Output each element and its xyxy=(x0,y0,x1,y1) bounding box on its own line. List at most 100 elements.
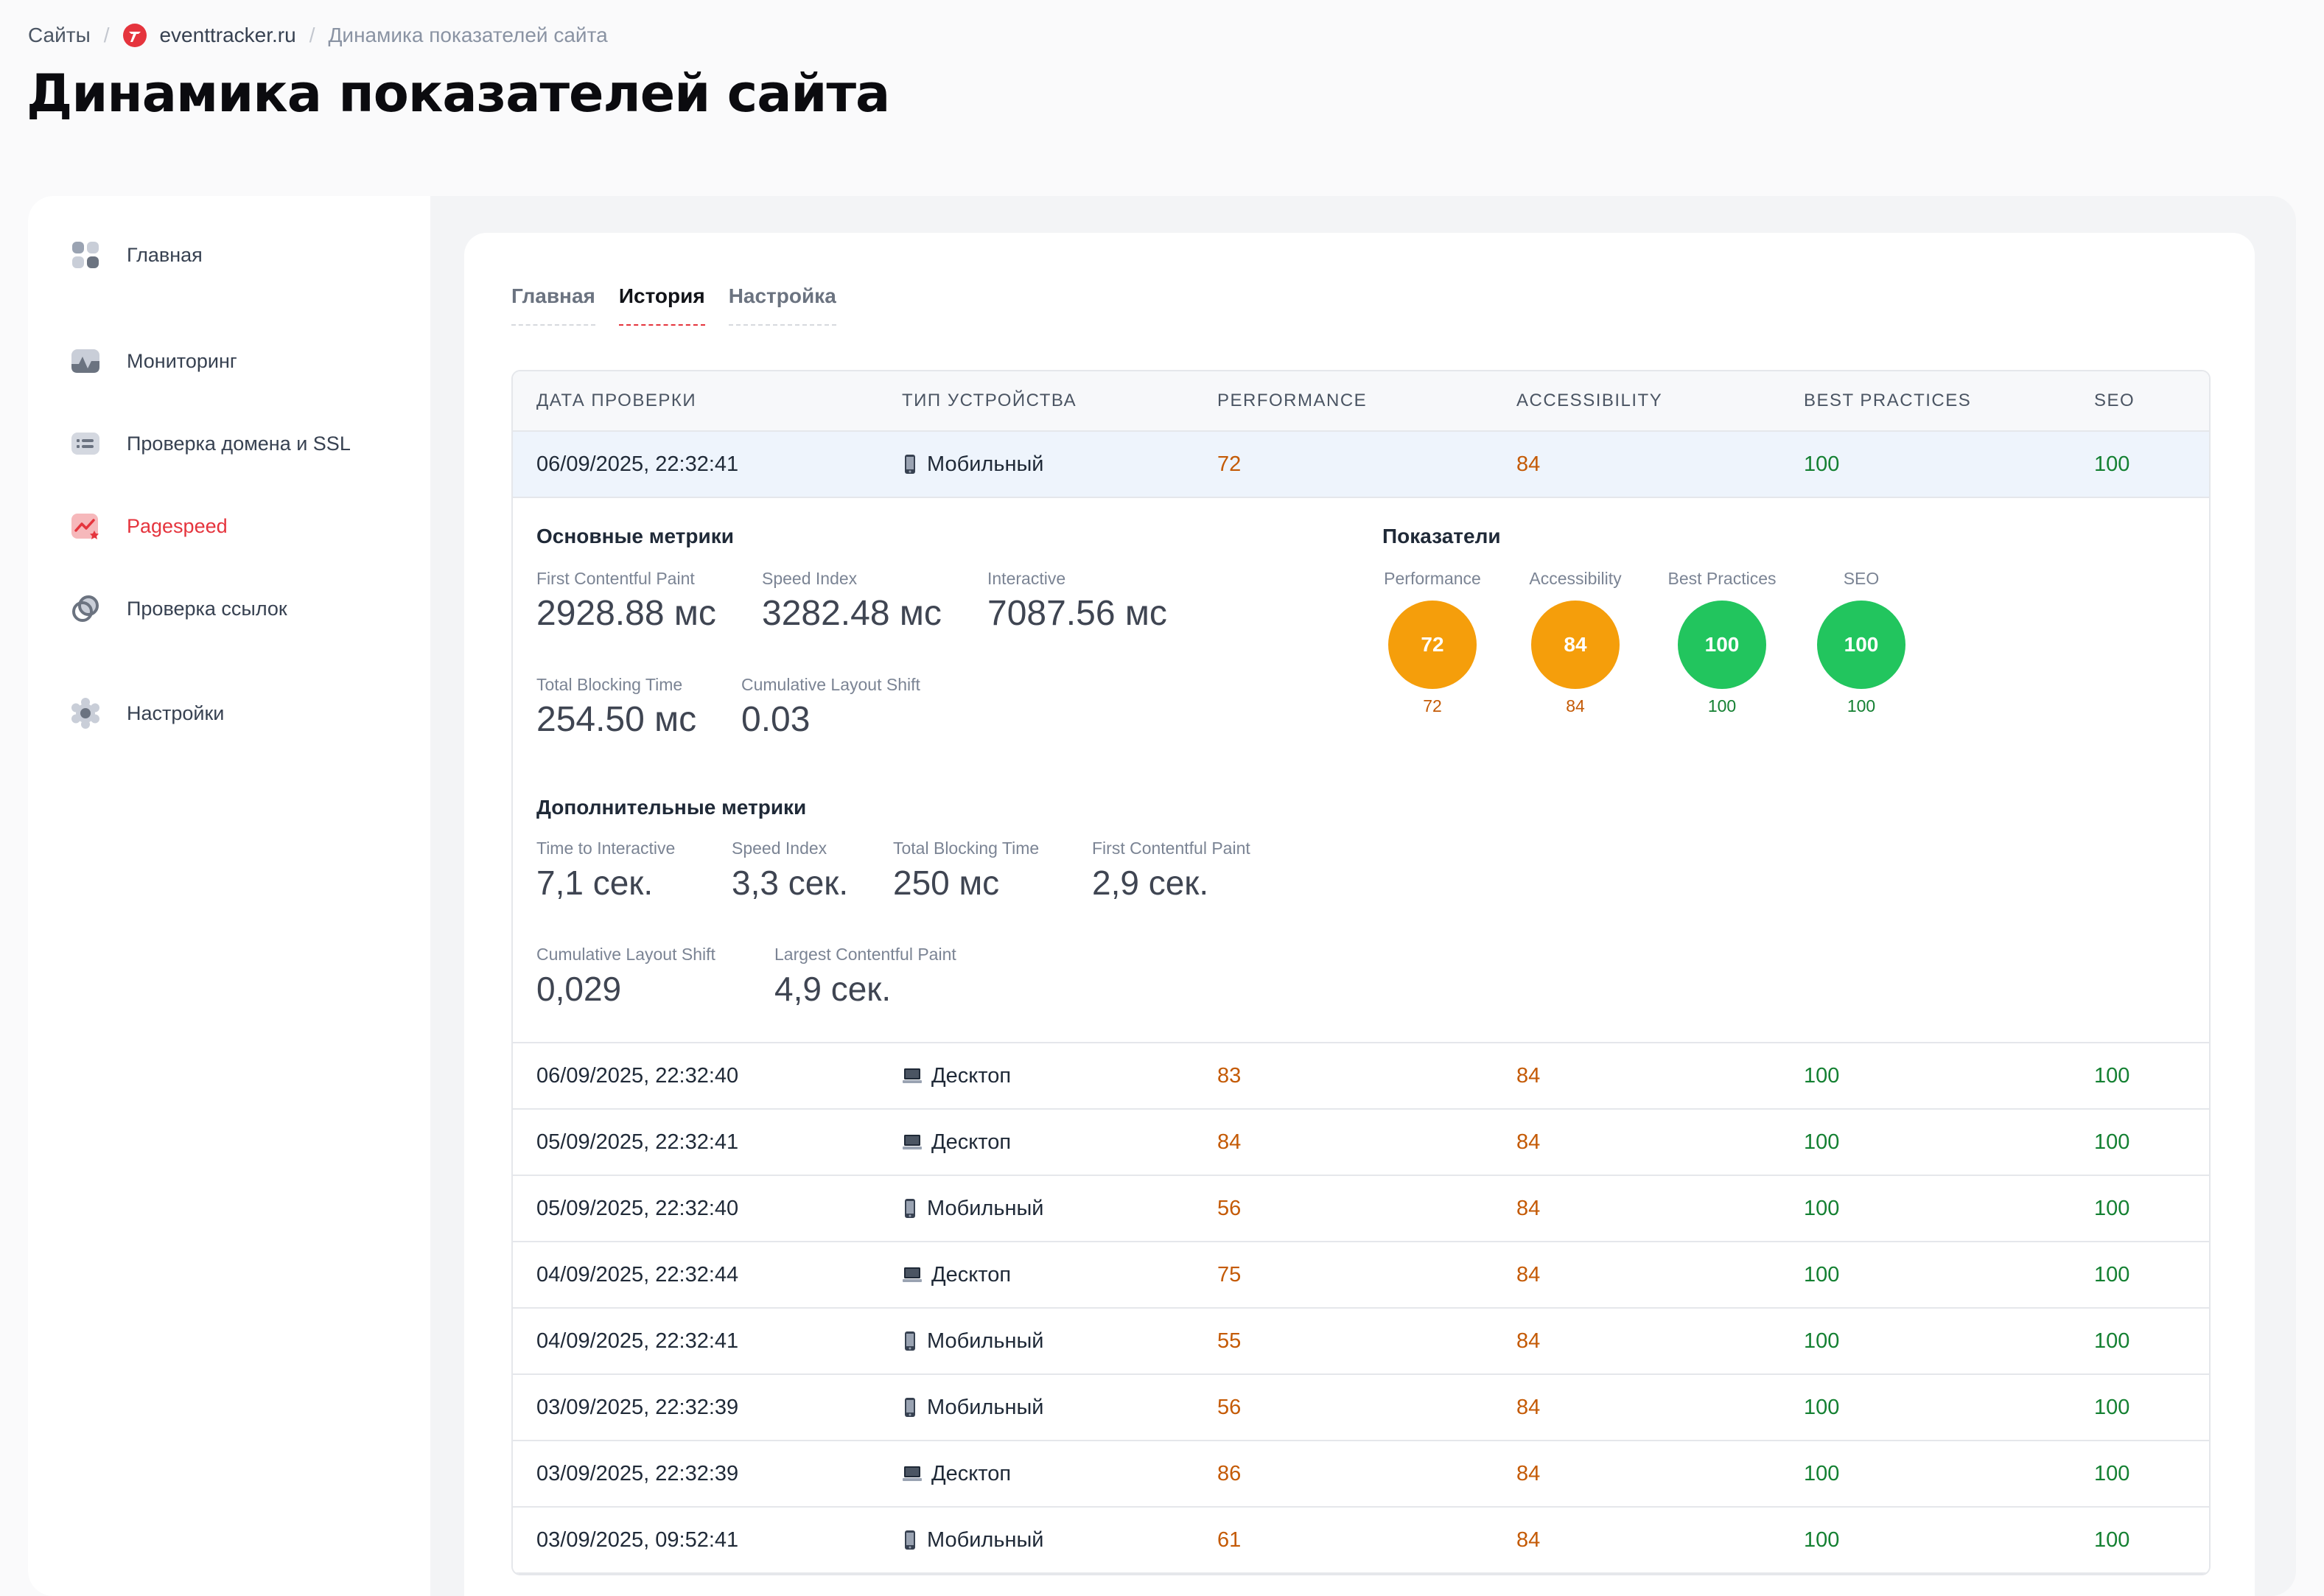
cell-device: Мобильный xyxy=(902,1375,1044,1440)
mobile-icon xyxy=(905,1398,915,1417)
metric-label: First Contentful Paint xyxy=(536,569,695,588)
cell-performance: 56 xyxy=(1217,1396,1242,1419)
sidebar-item-monitoring[interactable]: Мониторинг xyxy=(69,345,237,377)
links-icon xyxy=(72,595,99,622)
main-panel: Главная Мониторинг Проверка домена и SSL xyxy=(28,196,2296,1596)
score-circle: 100 xyxy=(1678,601,1766,689)
score-label: Best Practices xyxy=(1667,569,1777,588)
cell-date: 04/09/2025, 22:32:44 xyxy=(536,1263,739,1287)
cell-performance: 75 xyxy=(1217,1263,1242,1287)
cell-device: Десктоп xyxy=(902,1110,1011,1175)
table-row[interactable]: 05/09/2025, 22:32:41 Десктоп 84 84 100 1… xyxy=(513,1110,2209,1176)
table-row[interactable]: 04/09/2025, 22:32:44 Десктоп 75 84 100 1… xyxy=(513,1242,2209,1309)
column-header-accessibility: ACCESSIBILITY xyxy=(1516,391,1663,410)
breadcrumb-site-label: eventtracker.ru xyxy=(159,24,296,46)
cell-device: Мобильный xyxy=(902,1176,1044,1241)
metric-label: Total Blocking Time xyxy=(536,675,683,694)
cell-date: 03/09/2025, 09:52:41 xyxy=(536,1528,739,1552)
cell-accessibility: 84 xyxy=(1516,1462,1541,1485)
metric-first-contentful-paint: First Contentful Paint 2928.88 мс xyxy=(536,569,716,634)
table-row[interactable]: 04/09/2025, 22:32:41 Мобильный 55 84 100… xyxy=(513,1309,2209,1375)
sidebar-item-label: Настройки xyxy=(127,701,225,724)
cell-accessibility: 84 xyxy=(1516,452,1541,476)
metric-label: Cumulative Layout Shift xyxy=(741,675,920,694)
metric-label: Cumulative Layout Shift xyxy=(536,945,715,964)
score-label: Performance xyxy=(1384,569,1481,588)
metric-value: 254.50 мс xyxy=(536,700,697,739)
cell-best-practices: 100 xyxy=(1804,1130,1840,1154)
breadcrumb-site-link[interactable]: eventtracker.ru xyxy=(122,23,296,48)
metric-time-to-interactive: Time to Interactive 7,1 сек. xyxy=(536,839,675,903)
cell-device: Десктоп xyxy=(902,1441,1011,1506)
metric-value: 3282.48 мс xyxy=(762,594,942,633)
metric-value: 2928.88 мс xyxy=(536,594,716,633)
column-header-date: ДАТА ПРОВЕРКИ xyxy=(536,391,697,410)
laptop-icon xyxy=(903,1466,922,1481)
column-header-device: ТИП УСТРОЙСТВА xyxy=(902,391,1077,410)
score-circle: 84 xyxy=(1531,601,1620,689)
sidebar-item-links[interactable]: Проверка ссылок xyxy=(69,592,287,625)
column-header-seo: SEO xyxy=(2094,391,2135,410)
metric-value: 7,1 сек. xyxy=(536,864,654,902)
cell-best-practices: 100 xyxy=(1804,452,1840,476)
history-table: ДАТА ПРОВЕРКИ ТИП УСТРОЙСТВА PERFORMANCE… xyxy=(511,370,2211,1575)
cell-performance: 86 xyxy=(1217,1462,1242,1485)
table-row-selected[interactable]: 06/09/2025, 22:32:41 Мобильный 72 84 100… xyxy=(513,432,2209,498)
cell-accessibility: 84 xyxy=(1516,1064,1541,1088)
sidebar: Главная Мониторинг Проверка домена и SSL xyxy=(28,196,430,1596)
metric-value: 7087.56 мс xyxy=(987,594,1167,633)
cell-accessibility: 84 xyxy=(1516,1396,1541,1419)
metric-value: 4,9 сек. xyxy=(774,970,892,1008)
metric-first-contentful-paint-extra: First Contentful Paint 2,9 сек. xyxy=(1092,839,1250,903)
metric-cumulative-layout-shift-extra: Cumulative Layout Shift 0,029 xyxy=(536,945,715,1009)
cell-device-label: Мобильный xyxy=(927,1197,1044,1220)
table-row[interactable]: 03/09/2025, 22:32:39 Мобильный 56 84 100… xyxy=(513,1375,2209,1441)
metric-value: 0.03 xyxy=(741,700,811,739)
cell-seo: 100 xyxy=(2094,1263,2130,1287)
table-header: ДАТА ПРОВЕРКИ ТИП УСТРОЙСТВА PERFORMANCE… xyxy=(513,371,2209,432)
sidebar-item-label: Pagespeed xyxy=(127,514,228,537)
cell-device-label: Десктоп xyxy=(931,1064,1012,1088)
breadcrumb-sites-link[interactable]: Сайты xyxy=(28,24,91,47)
pagespeed-icon xyxy=(71,514,99,539)
main-metrics-title: Основные метрики xyxy=(536,525,734,547)
table-row[interactable]: 03/09/2025, 22:32:39 Десктоп 86 84 100 1… xyxy=(513,1441,2209,1508)
sidebar-item-domain-ssl[interactable]: Проверка домена и SSL xyxy=(69,427,351,460)
extra-metrics-title: Дополнительные метрики xyxy=(536,796,807,819)
metric-label: Interactive xyxy=(987,569,1066,588)
tab-history[interactable]: История xyxy=(618,284,705,326)
cell-device-label: Десктоп xyxy=(931,1130,1012,1154)
cell-date: 06/09/2025, 22:32:41 xyxy=(536,452,739,476)
sidebar-item-settings[interactable]: Настройки xyxy=(69,697,224,729)
tab-main[interactable]: Главная xyxy=(511,284,595,326)
cell-best-practices: 100 xyxy=(1804,1462,1840,1485)
metric-total-blocking-time: Total Blocking Time 254.50 мс xyxy=(536,675,696,740)
score-seo: SEO 100 100 xyxy=(1799,569,1924,716)
cell-performance: 84 xyxy=(1217,1130,1242,1154)
cell-accessibility: 84 xyxy=(1516,1130,1541,1154)
cell-accessibility: 84 xyxy=(1516,1263,1541,1287)
tab-settings[interactable]: Настройка xyxy=(728,284,836,326)
column-header-best-practices: BEST PRACTICES xyxy=(1804,391,1972,410)
cell-performance: 61 xyxy=(1217,1528,1242,1552)
table-row[interactable]: 03/09/2025, 09:52:41 Мобильный 61 84 100… xyxy=(513,1508,2209,1574)
cell-best-practices: 100 xyxy=(1804,1197,1840,1220)
table-row[interactable]: 05/09/2025, 22:32:40 Мобильный 56 84 100… xyxy=(513,1176,2209,1242)
metric-speed-index-extra: Speed Index 3,3 сек. xyxy=(732,839,848,903)
cell-device-label: Мобильный xyxy=(927,1528,1044,1552)
breadcrumb: Сайты / eventtracker.ru / Динамика показ… xyxy=(28,21,608,50)
mobile-icon xyxy=(905,1530,915,1550)
cell-seo: 100 xyxy=(2094,1528,2130,1552)
cell-seo: 100 xyxy=(2094,1329,2130,1353)
metric-value: 3,3 сек. xyxy=(732,864,849,902)
sidebar-item-pagespeed[interactable]: Pagespeed xyxy=(69,510,228,542)
cell-seo: 100 xyxy=(2094,1462,2130,1485)
cell-seo: 100 xyxy=(2094,1064,2130,1088)
metric-largest-contentful-paint: Largest Contentful Paint 4,9 сек. xyxy=(774,945,956,1009)
sidebar-item-home[interactable]: Главная xyxy=(69,239,203,271)
metric-label: Largest Contentful Paint xyxy=(774,945,956,964)
cell-device: Мобильный xyxy=(902,432,1044,497)
monitoring-icon xyxy=(71,349,99,373)
cell-seo: 100 xyxy=(2094,1130,2130,1154)
table-row[interactable]: 06/09/2025, 22:32:40 Десктоп 83 84 100 1… xyxy=(513,1043,2209,1110)
